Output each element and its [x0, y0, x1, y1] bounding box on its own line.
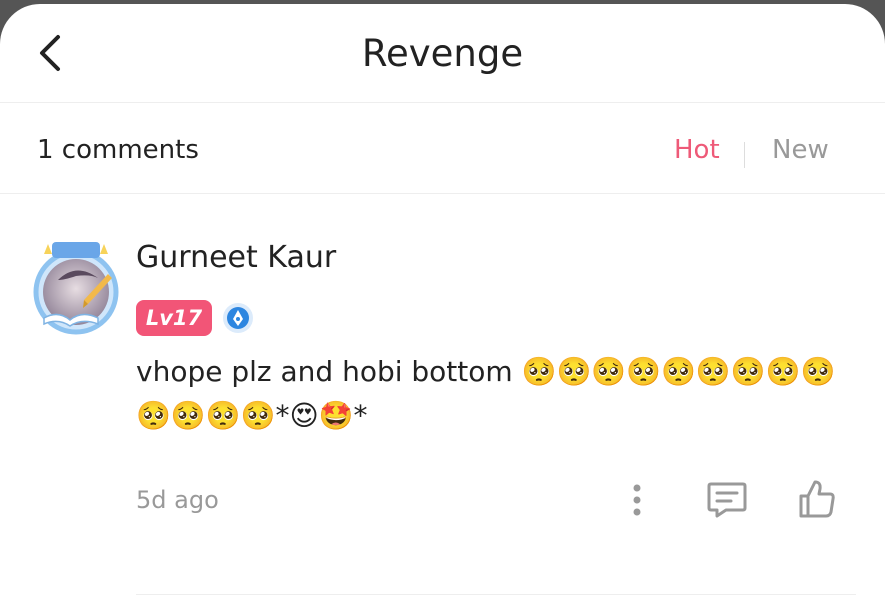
comments-sheet: Revenge 1 comments Hot New Gurneet Kaur	[0, 4, 885, 600]
comment-text: vhope plz and hobi bottom 🥺🥺🥺🥺🥺🥺🥺🥺🥺🥺🥺🥺🥺*…	[136, 355, 836, 432]
reply-icon	[707, 482, 747, 518]
like-icon	[799, 480, 835, 518]
sort-hot-tab[interactable]: Hot	[674, 135, 720, 165]
more-icon	[633, 484, 641, 516]
sort-new-tab[interactable]: New	[772, 135, 829, 165]
pen-badge-icon	[222, 302, 254, 334]
header: Revenge	[0, 4, 885, 103]
page-title: Revenge	[361, 32, 524, 75]
avatar[interactable]	[28, 240, 124, 336]
avatar-image	[33, 242, 119, 335]
sort-divider	[744, 142, 745, 168]
username[interactable]: Gurneet Kaur	[136, 240, 336, 275]
more-button[interactable]	[622, 480, 652, 520]
comment-count: 1 comments	[37, 135, 199, 165]
comment-time: 5d ago	[136, 486, 219, 514]
comments-bar: 1 comments Hot New	[0, 104, 885, 194]
comment-divider	[136, 594, 856, 595]
level-badge: Lv17	[136, 300, 212, 336]
like-button[interactable]	[796, 478, 838, 520]
reply-button[interactable]	[706, 478, 748, 520]
